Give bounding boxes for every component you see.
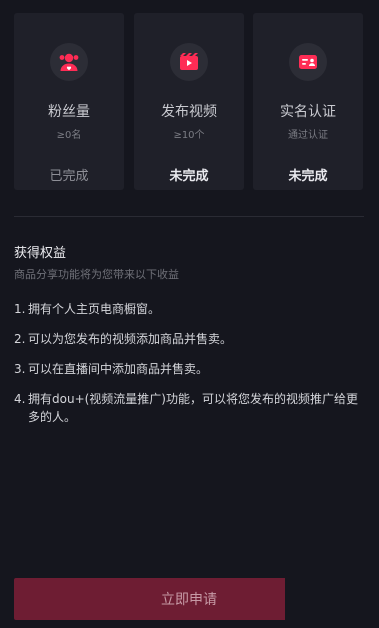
requirement-card-video: 发布视频 ≥10个 未完成 [134, 13, 244, 190]
list-item: 3. 可以在直播间中添加商品并售卖。 [14, 360, 366, 378]
list-item-text: 拥有个人主页电商橱窗。 [28, 302, 161, 316]
list-item: 4. 拥有dou+(视频流量推广)功能，可以将您发布的视频推广给更多的人。 [14, 390, 366, 426]
card-threshold: ≥10个 [173, 130, 205, 141]
requirement-cards: 粉丝量 ≥0名 已完成 发布视频 ≥10个 未完成 实名认证 通过认证 未完成 [14, 0, 366, 190]
list-item: 2. 可以为您发布的视频添加商品并售卖。 [14, 330, 366, 348]
card-title: 发布视频 [161, 104, 217, 120]
section-divider [14, 216, 364, 217]
corner-overlay [285, 572, 379, 628]
list-item-number: 4. [14, 392, 26, 406]
list-item-number: 1. [14, 302, 26, 316]
benefits-list: 1. 拥有个人主页电商橱窗。 2. 可以为您发布的视频添加商品并售卖。 3. 可… [14, 300, 366, 438]
card-status: 未完成 [169, 169, 209, 184]
requirement-card-verification: 实名认证 通过认证 未完成 [253, 13, 363, 190]
card-threshold: ≥0名 [56, 130, 82, 141]
card-status: 未完成 [288, 169, 328, 184]
list-item-number: 3. [14, 362, 26, 376]
benefits-title: 获得权益 [14, 246, 67, 261]
list-item: 1. 拥有个人主页电商橱窗。 [14, 300, 366, 318]
video-icon [170, 43, 208, 81]
card-title: 实名认证 [280, 104, 336, 120]
list-item-number: 2. [14, 332, 26, 346]
fans-icon [50, 43, 88, 81]
card-status: 已完成 [49, 169, 89, 184]
benefits-subtitle: 商品分享功能将为您带来以下收益 [14, 268, 179, 281]
list-item-text: 拥有dou+(视频流量推广)功能，可以将您发布的视频推广给更多的人。 [28, 392, 358, 424]
id-card-icon [289, 43, 327, 81]
card-threshold: 通过认证 [288, 130, 328, 141]
list-item-text: 可以为您发布的视频添加商品并售卖。 [28, 332, 233, 346]
commerce-permission-page: 粉丝量 ≥0名 已完成 发布视频 ≥10个 未完成 实名认证 通过认证 未完成 … [0, 0, 379, 628]
card-title: 粉丝量 [48, 104, 90, 120]
requirement-card-fans: 粉丝量 ≥0名 已完成 [14, 13, 124, 190]
list-item-text: 可以在直播间中添加商品并售卖。 [28, 362, 209, 376]
